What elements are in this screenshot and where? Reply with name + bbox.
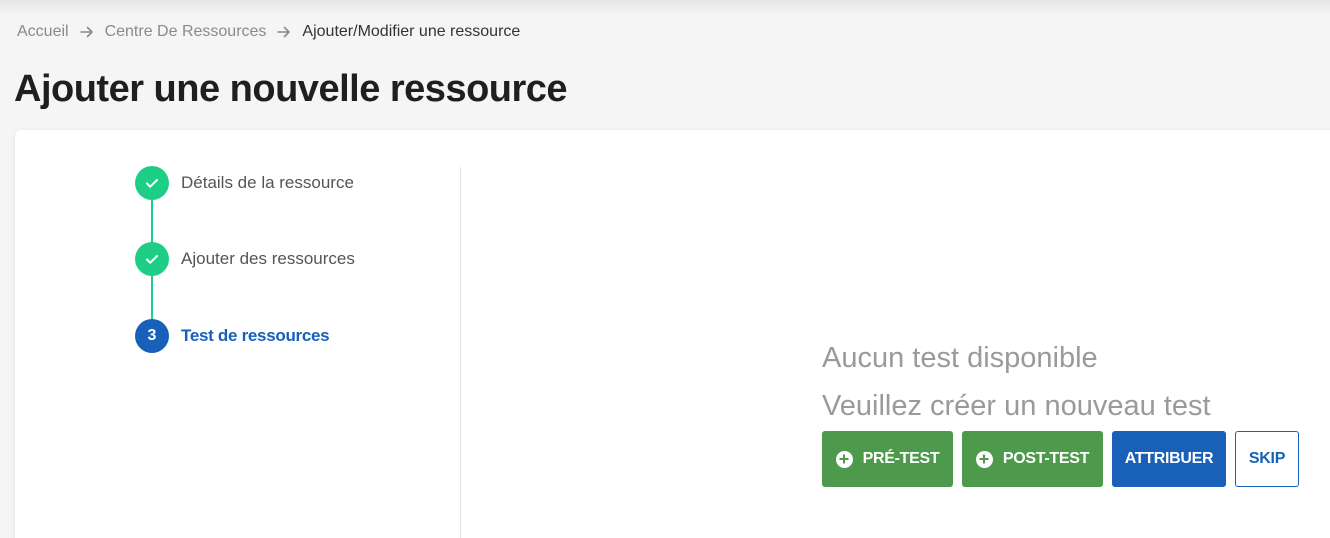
check-icon — [146, 255, 158, 264]
arrow-right-icon — [277, 26, 291, 38]
plus-circle-icon — [835, 450, 853, 468]
step-resource-test[interactable]: 3 Test de ressources — [135, 319, 330, 353]
plus-circle-icon — [975, 450, 993, 468]
page-title: Ajouter une nouvelle ressource — [14, 68, 568, 110]
pre-test-button[interactable]: PRÉ-TEST — [822, 431, 953, 487]
assign-button[interactable]: ATTRIBUER — [1112, 431, 1226, 487]
vertical-divider — [460, 167, 461, 538]
step-complete-badge — [135, 166, 169, 200]
step-label: Test de ressources — [181, 326, 330, 345]
check-icon — [146, 179, 158, 188]
assign-button-label: ATTRIBUER — [1124, 450, 1214, 467]
breadcrumb: Accueil Centre De Ressources Ajouter/Mod… — [17, 21, 520, 43]
step-connector — [151, 276, 153, 319]
step-complete-badge — [135, 242, 169, 276]
step-resource-details[interactable]: Détails de la ressource — [135, 166, 354, 200]
breadcrumb-resource-center[interactable]: Centre De Ressources — [105, 23, 267, 41]
empty-state-subtitle: Veuillez créer un nouveau test — [822, 390, 1211, 422]
step-number-badge: 3 — [135, 319, 169, 353]
top-bar-shadow — [0, 0, 1330, 14]
post-test-button-label: POST-TEST — [1002, 450, 1090, 467]
skip-button-label: SKIP — [1248, 450, 1286, 467]
empty-state-title: Aucun test disponible — [822, 342, 1098, 374]
arrow-right-icon — [79, 26, 93, 38]
step-connector — [151, 200, 153, 243]
step-label: Ajouter des ressources — [181, 249, 355, 268]
step-label: Détails de la ressource — [181, 173, 354, 192]
step-add-resources[interactable]: Ajouter des ressources — [135, 242, 355, 276]
skip-button[interactable]: SKIP — [1235, 431, 1299, 487]
pre-test-button-label: PRÉ-TEST — [862, 450, 940, 467]
breadcrumb-current: Ajouter/Modifier une ressource — [302, 23, 521, 40]
post-test-button[interactable]: POST-TEST — [962, 431, 1103, 487]
breadcrumb-home[interactable]: Accueil — [17, 23, 69, 41]
